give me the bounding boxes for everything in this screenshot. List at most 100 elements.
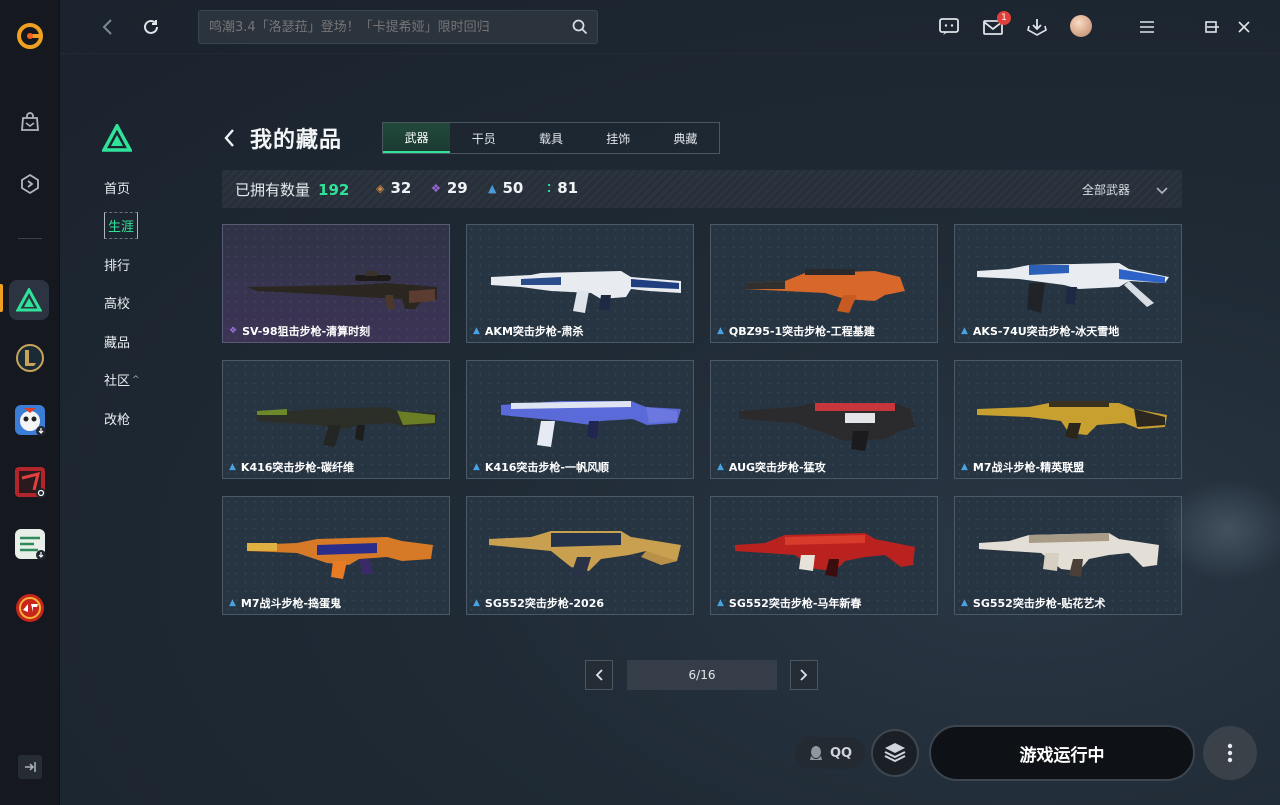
chevron-down-icon	[1156, 186, 1168, 194]
user-avatar[interactable]	[1070, 15, 1092, 37]
game-app-icon-3[interactable]	[12, 526, 48, 562]
nav-home[interactable]: 首页	[92, 168, 152, 207]
search-box[interactable]	[198, 10, 598, 44]
nav-collection[interactable]: 藏品	[92, 322, 152, 361]
owned-count: 已拥有数量 192	[235, 181, 350, 199]
weapon-card[interactable]: ▲ AUG突击步枪-猛攻	[710, 360, 938, 479]
rarity-blue-icon: ▲	[473, 462, 480, 472]
weapon-name: ▲ SG552突击步枪-贴花艺术	[961, 597, 1106, 610]
league-of-legends-app-icon[interactable]	[12, 340, 48, 376]
weapon-name: ▲ K416突击步枪-碳纤维	[229, 461, 354, 474]
weapon-card[interactable]: ▲ QBZ95-1突击步枪-工程基建	[710, 224, 938, 343]
prev-page-button[interactable]	[585, 660, 613, 690]
stat-orange: ◈ 32	[376, 179, 412, 197]
nav-career[interactable]: 生涯	[92, 207, 152, 246]
weapon-name: ▲ M7战斗步枪-捣蛋鬼	[229, 597, 342, 610]
akm-rifle-image	[491, 271, 681, 313]
diamond-orange-icon: ◈	[376, 181, 385, 195]
category-tabs: 武器 干员 载具 挂饰 典藏	[382, 122, 720, 154]
weapon-card[interactable]: ▲ AKM突击步枪-肃杀	[466, 224, 694, 343]
search-input[interactable]	[209, 11, 559, 43]
rarity-blue-icon: ▲	[717, 326, 724, 336]
collapse-sidebar-icon[interactable]	[18, 755, 42, 779]
qbz95-rifle-image	[745, 269, 905, 313]
download-manager-icon[interactable]	[1024, 14, 1050, 40]
chat-icon[interactable]	[936, 14, 962, 40]
page-title: 我的藏品	[250, 128, 343, 153]
tab-weapons[interactable]: 武器	[383, 123, 451, 153]
k416-rifle-image	[257, 407, 437, 447]
store-bag-icon[interactable]	[12, 104, 48, 140]
weapon-card[interactable]: ▲ K416突击步枪-碳纤维	[222, 360, 450, 479]
rarity-blue-icon: ▲	[229, 462, 236, 472]
app-rail	[0, 0, 60, 805]
sg552-red-rifle-image	[735, 533, 915, 577]
chevron-up-icon: ^	[132, 374, 140, 385]
rarity-blue-icon: ▲	[229, 598, 236, 608]
weapon-card[interactable]: ▲ K416突击步枪-一帆风顺	[466, 360, 694, 479]
page-indicator: 6/16	[627, 660, 777, 690]
rarity-blue-icon: ▲	[717, 598, 724, 608]
nav-gunsmith[interactable]: 改枪	[92, 399, 152, 438]
nav-ranking[interactable]: 排行	[92, 245, 152, 284]
tab-vehicles[interactable]: 载具	[517, 123, 584, 153]
top-bar: 1	[60, 0, 1280, 54]
weapon-name: ▲ AKS-74U突击步枪-冰天雪地	[961, 325, 1120, 338]
m7-orange-rifle-image	[247, 537, 433, 579]
nav-college[interactable]: 高校	[92, 284, 152, 323]
m7-gold-rifle-image	[977, 401, 1167, 439]
weapon-card[interactable]: ▲ M7战斗步枪-捣蛋鬼	[222, 496, 450, 615]
search-icon[interactable]	[571, 18, 589, 36]
layers-overlay-button[interactable]	[871, 729, 919, 777]
tab-charms[interactable]: 挂饰	[585, 123, 652, 153]
app-logo-icon[interactable]	[12, 18, 48, 54]
next-page-button[interactable]	[790, 660, 818, 690]
game-app-icon-2[interactable]	[12, 464, 48, 500]
stat-blue: ▲ 50	[488, 179, 524, 197]
more-options-button[interactable]	[1203, 726, 1257, 780]
sniper-rifle-image	[247, 271, 437, 309]
tab-collectibles[interactable]: 典藏	[652, 123, 719, 153]
chevron-blue-icon: ▲	[488, 181, 497, 195]
section-nav: 首页 生涯 排行 高校 藏品 社区 ^ 改枪	[92, 168, 152, 438]
stat-green: ⁚ 81	[547, 179, 579, 197]
refresh-icon[interactable]	[140, 16, 162, 38]
weapon-name: ▲ AKM突击步枪-肃杀	[473, 325, 584, 338]
qq-login-button[interactable]: QQ	[795, 737, 865, 769]
tab-operators[interactable]: 干员	[450, 123, 517, 153]
aks74u-rifle-image	[977, 263, 1169, 313]
rarity-purple-icon: ❖	[229, 326, 238, 336]
back-icon[interactable]	[222, 124, 242, 152]
game-app-icon-1[interactable]	[12, 402, 48, 438]
crossfire-app-icon[interactable]	[12, 590, 48, 626]
chevron-right-icon	[800, 669, 808, 681]
mail-icon[interactable]: 1	[980, 11, 1011, 40]
weapon-card[interactable]: ❖ SV-98狙击步枪-清算时刻	[222, 224, 450, 343]
sg552-gold-rifle-image	[489, 531, 681, 577]
game-running-button[interactable]: 游戏运行中	[929, 725, 1195, 781]
weapon-card[interactable]: ▲ SG552突击步枪-贴花艺术	[954, 496, 1182, 615]
back-nav-icon[interactable]	[96, 16, 118, 38]
maximize-icon[interactable]	[1198, 14, 1224, 40]
weapon-card[interactable]: ▲ AKS-74U突击步枪-冰天雪地	[954, 224, 1182, 343]
diamond-purple-icon: ❖	[431, 181, 441, 195]
weapon-name: ❖ SV-98狙击步枪-清算时刻	[229, 325, 371, 338]
weapon-filter-dropdown[interactable]: 全部武器	[1082, 181, 1168, 198]
delta-force-app-icon[interactable]	[9, 280, 49, 320]
weapon-name: ▲ QBZ95-1突击步枪-工程基建	[717, 325, 875, 338]
delta-force-logo-icon	[101, 122, 133, 152]
games-hex-icon[interactable]	[12, 166, 48, 202]
weapon-card[interactable]: ▲ M7战斗步枪-精英联盟	[954, 360, 1182, 479]
close-icon[interactable]	[1231, 14, 1257, 40]
rarity-blue-icon: ▲	[961, 598, 968, 608]
weapon-card[interactable]: ▲ SG552突击步枪-2026	[466, 496, 694, 615]
weapon-name: ▲ K416突击步枪-一帆风顺	[473, 461, 609, 474]
chevron-left-icon	[595, 669, 603, 681]
weapon-name: ▲ SG552突击步枪-2026	[473, 597, 605, 610]
nav-community[interactable]: 社区 ^	[92, 361, 152, 400]
menu-icon[interactable]	[1134, 14, 1160, 40]
weapon-card[interactable]: ▲ SG552突击步枪-马年新春	[710, 496, 938, 615]
rarity-blue-icon: ▲	[961, 462, 968, 472]
stat-purple: ❖ 29	[431, 179, 468, 197]
weapon-name: ▲ AUG突击步枪-猛攻	[717, 461, 826, 474]
